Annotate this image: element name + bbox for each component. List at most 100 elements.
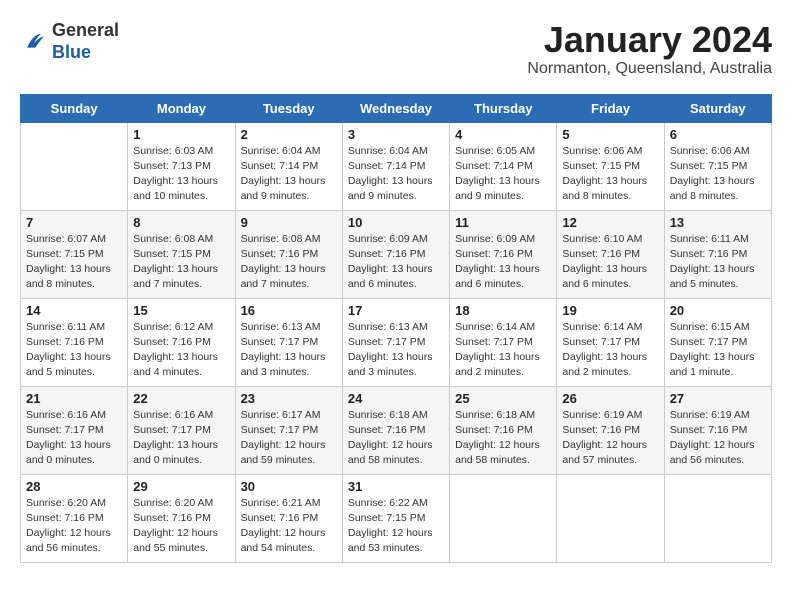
day-info: Sunrise: 6:09 AM Sunset: 7:16 PM Dayligh…: [455, 232, 551, 293]
day-info: Sunrise: 6:18 AM Sunset: 7:16 PM Dayligh…: [455, 408, 551, 469]
calendar-cell: 9 Sunrise: 6:08 AM Sunset: 7:16 PM Daylig…: [235, 210, 342, 298]
calendar-cell: 18 Sunrise: 6:14 AM Sunset: 7:17 PM Dayli…: [450, 298, 557, 386]
day-info: Sunrise: 6:08 AM Sunset: 7:15 PM Dayligh…: [133, 232, 229, 293]
calendar-cell: [664, 474, 771, 562]
day-number: 27: [670, 391, 766, 406]
calendar-week-row: 7 Sunrise: 6:07 AM Sunset: 7:15 PM Daylig…: [21, 210, 772, 298]
day-number: 24: [348, 391, 444, 406]
calendar-cell: 6Sunrise: 6:06 AM Sunset: 7:15 PM Daylig…: [664, 122, 771, 210]
logo-bird-icon: [20, 28, 48, 56]
day-number: 3: [348, 127, 444, 142]
calendar-cell: 3 Sunrise: 6:04 AM Sunset: 7:14 PM Daylig…: [342, 122, 449, 210]
calendar-week-row: 1 Sunrise: 6:03 AM Sunset: 7:13 PM Daylig…: [21, 122, 772, 210]
calendar-cell: 24 Sunrise: 6:18 AM Sunset: 7:16 PM Dayli…: [342, 386, 449, 474]
calendar-week-row: 14Sunrise: 6:11 AM Sunset: 7:16 PM Dayli…: [21, 298, 772, 386]
calendar-cell: 29 Sunrise: 6:20 AM Sunset: 7:16 PM Dayli…: [128, 474, 235, 562]
day-info: Sunrise: 6:14 AM Sunset: 7:17 PM Dayligh…: [562, 320, 658, 381]
day-number: 31: [348, 479, 444, 494]
logo: General Blue: [20, 20, 119, 63]
logo-text: General Blue: [52, 20, 119, 63]
day-number: 18: [455, 303, 551, 318]
day-number: 11: [455, 215, 551, 230]
day-info: Sunrise: 6:20 AM Sunset: 7:16 PM Dayligh…: [26, 496, 122, 557]
calendar-cell: 19 Sunrise: 6:14 AM Sunset: 7:17 PM Dayli…: [557, 298, 664, 386]
calendar-cell: 26 Sunrise: 6:19 AM Sunset: 7:16 PM Dayli…: [557, 386, 664, 474]
calendar-cell: 30 Sunrise: 6:21 AM Sunset: 7:16 PM Dayli…: [235, 474, 342, 562]
day-info: Sunrise: 6:22 AM Sunset: 7:15 PM Dayligh…: [348, 496, 444, 557]
day-number: 5: [562, 127, 658, 142]
day-info: Sunrise: 6:14 AM Sunset: 7:17 PM Dayligh…: [455, 320, 551, 381]
weekday-header: Wednesday: [342, 94, 449, 122]
day-number: 29: [133, 479, 229, 494]
day-number: 10: [348, 215, 444, 230]
day-info: Sunrise: 6:17 AM Sunset: 7:17 PM Dayligh…: [241, 408, 337, 469]
calendar-cell: 27 Sunrise: 6:19 AM Sunset: 7:16 PM Dayli…: [664, 386, 771, 474]
day-number: 30: [241, 479, 337, 494]
weekday-header: Tuesday: [235, 94, 342, 122]
day-number: 16: [241, 303, 337, 318]
calendar-cell: 2 Sunrise: 6:04 AM Sunset: 7:14 PM Daylig…: [235, 122, 342, 210]
day-info: Sunrise: 6:19 AM Sunset: 7:16 PM Dayligh…: [562, 408, 658, 469]
weekday-header: Thursday: [450, 94, 557, 122]
day-info: Sunrise: 6:16 AM Sunset: 7:17 PM Dayligh…: [133, 408, 229, 469]
day-number: 20: [670, 303, 766, 318]
calendar-week-row: 28 Sunrise: 6:20 AM Sunset: 7:16 PM Dayli…: [21, 474, 772, 562]
weekday-header: Monday: [128, 94, 235, 122]
calendar-cell: 1 Sunrise: 6:03 AM Sunset: 7:13 PM Daylig…: [128, 122, 235, 210]
calendar-cell: 31 Sunrise: 6:22 AM Sunset: 7:15 PM Dayli…: [342, 474, 449, 562]
day-number: 2: [241, 127, 337, 142]
day-number: 9: [241, 215, 337, 230]
day-info: Sunrise: 6:08 AM Sunset: 7:16 PM Dayligh…: [241, 232, 337, 293]
day-number: 26: [562, 391, 658, 406]
weekday-header: Friday: [557, 94, 664, 122]
day-info: Sunrise: 6:13 AM Sunset: 7:17 PM Dayligh…: [241, 320, 337, 381]
day-number: 22: [133, 391, 229, 406]
day-number: 13: [670, 215, 766, 230]
calendar-cell: 13Sunrise: 6:11 AM Sunset: 7:16 PM Dayli…: [664, 210, 771, 298]
day-info: Sunrise: 6:06 AM Sunset: 7:15 PM Dayligh…: [562, 144, 658, 205]
calendar-cell: [557, 474, 664, 562]
day-info: Sunrise: 6:07 AM Sunset: 7:15 PM Dayligh…: [26, 232, 122, 293]
calendar-cell: 23 Sunrise: 6:17 AM Sunset: 7:17 PM Dayli…: [235, 386, 342, 474]
day-number: 23: [241, 391, 337, 406]
calendar-cell: 21 Sunrise: 6:16 AM Sunset: 7:17 PM Dayli…: [21, 386, 128, 474]
day-info: Sunrise: 6:18 AM Sunset: 7:16 PM Dayligh…: [348, 408, 444, 469]
calendar-cell: 11 Sunrise: 6:09 AM Sunset: 7:16 PM Dayli…: [450, 210, 557, 298]
day-info: Sunrise: 6:11 AM Sunset: 7:16 PM Dayligh…: [26, 320, 122, 381]
weekday-header: Saturday: [664, 94, 771, 122]
day-number: 6: [670, 127, 766, 142]
weekday-header-row: SundayMondayTuesdayWednesdayThursdayFrid…: [21, 94, 772, 122]
title-block: January 2024 Normanton, Queensland, Aust…: [527, 20, 772, 78]
location: Normanton, Queensland, Australia: [527, 60, 772, 78]
month-title: January 2024: [527, 20, 772, 60]
day-number: 28: [26, 479, 122, 494]
day-info: Sunrise: 6:16 AM Sunset: 7:17 PM Dayligh…: [26, 408, 122, 469]
calendar-cell: 22 Sunrise: 6:16 AM Sunset: 7:17 PM Dayli…: [128, 386, 235, 474]
calendar-cell: 28 Sunrise: 6:20 AM Sunset: 7:16 PM Dayli…: [21, 474, 128, 562]
day-info: Sunrise: 6:03 AM Sunset: 7:13 PM Dayligh…: [133, 144, 229, 205]
page-header: General Blue January 2024 Normanton, Que…: [20, 20, 772, 78]
day-number: 15: [133, 303, 229, 318]
calendar-cell: 12Sunrise: 6:10 AM Sunset: 7:16 PM Dayli…: [557, 210, 664, 298]
day-info: Sunrise: 6:20 AM Sunset: 7:16 PM Dayligh…: [133, 496, 229, 557]
day-number: 4: [455, 127, 551, 142]
calendar-cell: 8 Sunrise: 6:08 AM Sunset: 7:15 PM Daylig…: [128, 210, 235, 298]
day-info: Sunrise: 6:09 AM Sunset: 7:16 PM Dayligh…: [348, 232, 444, 293]
day-info: Sunrise: 6:13 AM Sunset: 7:17 PM Dayligh…: [348, 320, 444, 381]
day-info: Sunrise: 6:04 AM Sunset: 7:14 PM Dayligh…: [348, 144, 444, 205]
day-number: 21: [26, 391, 122, 406]
day-info: Sunrise: 6:10 AM Sunset: 7:16 PM Dayligh…: [562, 232, 658, 293]
day-info: Sunrise: 6:21 AM Sunset: 7:16 PM Dayligh…: [241, 496, 337, 557]
day-number: 19: [562, 303, 658, 318]
calendar-table: SundayMondayTuesdayWednesdayThursdayFrid…: [20, 94, 772, 563]
day-number: 8: [133, 215, 229, 230]
calendar-cell: 17Sunrise: 6:13 AM Sunset: 7:17 PM Dayli…: [342, 298, 449, 386]
day-info: Sunrise: 6:04 AM Sunset: 7:14 PM Dayligh…: [241, 144, 337, 205]
day-info: Sunrise: 6:19 AM Sunset: 7:16 PM Dayligh…: [670, 408, 766, 469]
day-number: 1: [133, 127, 229, 142]
calendar-cell: 20Sunrise: 6:15 AM Sunset: 7:17 PM Dayli…: [664, 298, 771, 386]
day-number: 7: [26, 215, 122, 230]
calendar-cell: 16 Sunrise: 6:13 AM Sunset: 7:17 PM Dayli…: [235, 298, 342, 386]
day-info: Sunrise: 6:12 AM Sunset: 7:16 PM Dayligh…: [133, 320, 229, 381]
calendar-cell: [21, 122, 128, 210]
